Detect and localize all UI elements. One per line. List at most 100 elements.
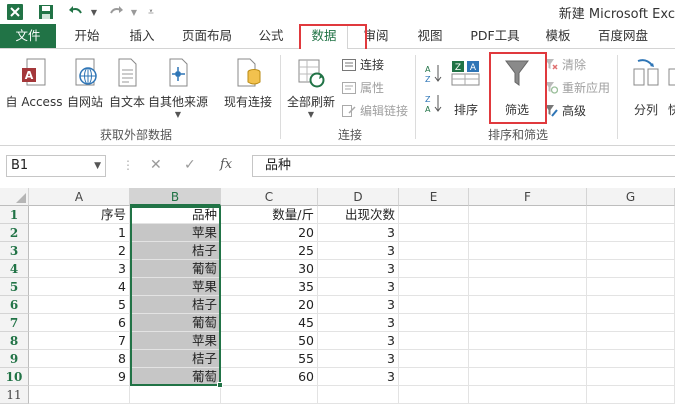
cell-D9[interactable]: 3 [318, 350, 399, 368]
tab-data[interactable]: 数据 [300, 24, 348, 50]
tab-templates[interactable]: 模板 [534, 24, 582, 48]
cell-E7[interactable] [399, 314, 469, 332]
cell-B1[interactable]: 品种 [130, 206, 221, 224]
row-header[interactable]: 2 [0, 224, 29, 242]
cell-A1[interactable]: 序号 [29, 206, 130, 224]
cell-G2[interactable] [587, 224, 675, 242]
from-text-button[interactable]: 自文本 [106, 55, 148, 110]
cell-F5[interactable] [469, 278, 587, 296]
row-header[interactable]: 11 [0, 386, 29, 404]
cell-E8[interactable] [399, 332, 469, 350]
cell-B5[interactable]: 苹果 [130, 278, 221, 296]
cell-A3[interactable]: 2 [29, 242, 130, 260]
cell-A4[interactable]: 3 [29, 260, 130, 278]
cell-C1[interactable]: 数量/斤 [221, 206, 318, 224]
cell-A5[interactable]: 4 [29, 278, 130, 296]
save-icon[interactable] [36, 3, 56, 21]
column-header-a[interactable]: A [29, 188, 130, 206]
cell-D3[interactable]: 3 [318, 242, 399, 260]
column-header-f[interactable]: F [469, 188, 587, 206]
formula-input[interactable]: 品种 [252, 155, 675, 177]
cell-B6[interactable]: 桔子 [130, 296, 221, 314]
cell-A2[interactable]: 1 [29, 224, 130, 242]
refresh-all-button[interactable]: 全部刷新 ▼ [284, 55, 338, 119]
row-header[interactable]: 7 [0, 314, 29, 332]
flash-fill-button[interactable]: 快 [664, 55, 675, 118]
filter-button[interactable]: 筛选 [496, 55, 538, 118]
cell-D11[interactable] [318, 386, 399, 404]
cell-G8[interactable] [587, 332, 675, 350]
cell-G5[interactable] [587, 278, 675, 296]
tab-review[interactable]: 审阅 [352, 24, 400, 48]
cell-G7[interactable] [587, 314, 675, 332]
undo-icon[interactable] [66, 3, 86, 21]
row-header[interactable]: 10 [0, 368, 29, 386]
cell-A11[interactable] [29, 386, 130, 404]
cell-F1[interactable] [469, 206, 587, 224]
cell-F2[interactable] [469, 224, 587, 242]
tab-insert[interactable]: 插入 [118, 24, 166, 48]
tab-page-layout[interactable]: 页面布局 [172, 24, 242, 48]
cell-E1[interactable] [399, 206, 469, 224]
sort-button[interactable]: ZA 排序 [448, 55, 484, 118]
cell-D8[interactable]: 3 [318, 332, 399, 350]
cell-A8[interactable]: 7 [29, 332, 130, 350]
cell-C7[interactable]: 45 [221, 314, 318, 332]
from-access-button[interactable]: A 自 Access [6, 55, 62, 110]
row-header[interactable]: 8 [0, 332, 29, 350]
redo-dropdown-icon[interactable]: ▼ [129, 3, 139, 21]
row-header[interactable]: 4 [0, 260, 29, 278]
cancel-icon[interactable]: ✕ [150, 157, 162, 173]
cell-F9[interactable] [469, 350, 587, 368]
cell-B10[interactable]: 葡萄 [130, 368, 221, 386]
cell-B11[interactable] [130, 386, 221, 404]
cell-D5[interactable]: 3 [318, 278, 399, 296]
cell-C8[interactable]: 50 [221, 332, 318, 350]
cell-C11[interactable] [221, 386, 318, 404]
cell-E10[interactable] [399, 368, 469, 386]
cell-D2[interactable]: 3 [318, 224, 399, 242]
cell-E4[interactable] [399, 260, 469, 278]
enter-icon[interactable]: ✓ [184, 157, 196, 173]
column-header-d[interactable]: D [318, 188, 399, 206]
edit-links-button[interactable]: 编辑链接 [341, 102, 408, 119]
tab-formulas[interactable]: 公式 [248, 24, 294, 48]
cell-F3[interactable] [469, 242, 587, 260]
undo-dropdown-icon[interactable]: ▼ [89, 3, 99, 21]
row-header[interactable]: 3 [0, 242, 29, 260]
name-box[interactable]: B1 ▼ [6, 155, 106, 177]
clear-filter-button[interactable]: 清除 [543, 56, 586, 73]
customize-qat-icon[interactable]: ⩡ [145, 3, 157, 21]
cell-A9[interactable]: 8 [29, 350, 130, 368]
cell-B3[interactable]: 桔子 [130, 242, 221, 260]
cell-D7[interactable]: 3 [318, 314, 399, 332]
cell-F4[interactable] [469, 260, 587, 278]
insert-function-icon[interactable]: fx [220, 157, 232, 172]
cell-C3[interactable]: 25 [221, 242, 318, 260]
tab-home[interactable]: 开始 [62, 24, 112, 48]
cell-A6[interactable]: 5 [29, 296, 130, 314]
cell-F6[interactable] [469, 296, 587, 314]
cell-B9[interactable]: 桔子 [130, 350, 221, 368]
reapply-button[interactable]: 重新应用 [543, 79, 610, 96]
cell-F10[interactable] [469, 368, 587, 386]
column-header-c[interactable]: C [221, 188, 318, 206]
cell-D10[interactable]: 3 [318, 368, 399, 386]
cell-A7[interactable]: 6 [29, 314, 130, 332]
fill-handle[interactable] [217, 382, 223, 388]
cell-C10[interactable]: 60 [221, 368, 318, 386]
properties-button[interactable]: 属性 [341, 79, 384, 96]
connections-button[interactable]: 连接 [341, 56, 384, 73]
cell-G10[interactable] [587, 368, 675, 386]
cell-C4[interactable]: 30 [221, 260, 318, 278]
cell-F8[interactable] [469, 332, 587, 350]
cell-A10[interactable]: 9 [29, 368, 130, 386]
sort-descending-button[interactable]: ZA [425, 93, 443, 116]
cell-B8[interactable]: 苹果 [130, 332, 221, 350]
cell-C9[interactable]: 55 [221, 350, 318, 368]
column-header-g[interactable]: G [587, 188, 675, 206]
cell-C6[interactable]: 20 [221, 296, 318, 314]
cell-G3[interactable] [587, 242, 675, 260]
cell-D4[interactable]: 3 [318, 260, 399, 278]
cell-E2[interactable] [399, 224, 469, 242]
